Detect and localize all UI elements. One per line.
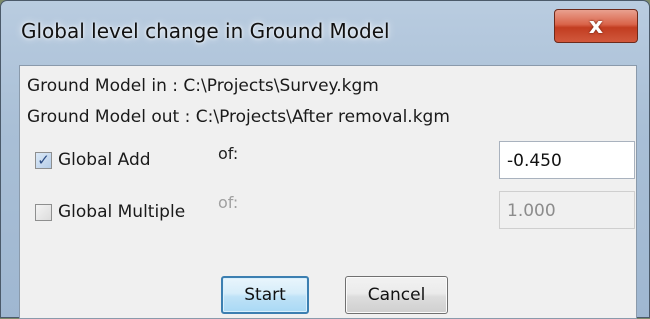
global-add-value-input[interactable]: -0.450 — [499, 141, 635, 179]
global-add-label: Global Add — [58, 150, 151, 170]
close-icon: x — [588, 13, 604, 39]
ground-model-out-text: Ground Model out : C:\Projects\After rem… — [27, 107, 450, 127]
window-title: Global level change in Ground Model — [21, 19, 390, 43]
dialog-window: Global level change in Ground Model x Gr… — [0, 0, 650, 319]
global-add-checkbox[interactable]: ✓ — [35, 150, 52, 169]
global-multiple-checkbox[interactable] — [35, 203, 52, 221]
global-multiple-option[interactable]: Global Multiple — [35, 202, 185, 222]
ground-model-in-text: Ground Model in : C:\Projects\Survey.kgm — [27, 76, 379, 96]
global-multiple-value-input[interactable]: 1.000 — [499, 191, 635, 229]
title-bar[interactable]: Global level change in Ground Model x — [1, 1, 649, 63]
cancel-button[interactable]: Cancel — [345, 276, 448, 314]
global-add-of-label: of: — [218, 144, 239, 163]
close-button[interactable]: x — [554, 9, 638, 43]
global-add-option[interactable]: ✓ Global Add — [35, 150, 151, 170]
dialog-body: Ground Model in : C:\Projects\Survey.kgm… — [19, 65, 637, 319]
global-multiple-of-label: of: — [218, 193, 239, 212]
start-button[interactable]: Start — [221, 276, 309, 314]
global-multiple-label: Global Multiple — [58, 202, 186, 222]
check-icon: ✓ — [37, 150, 50, 169]
